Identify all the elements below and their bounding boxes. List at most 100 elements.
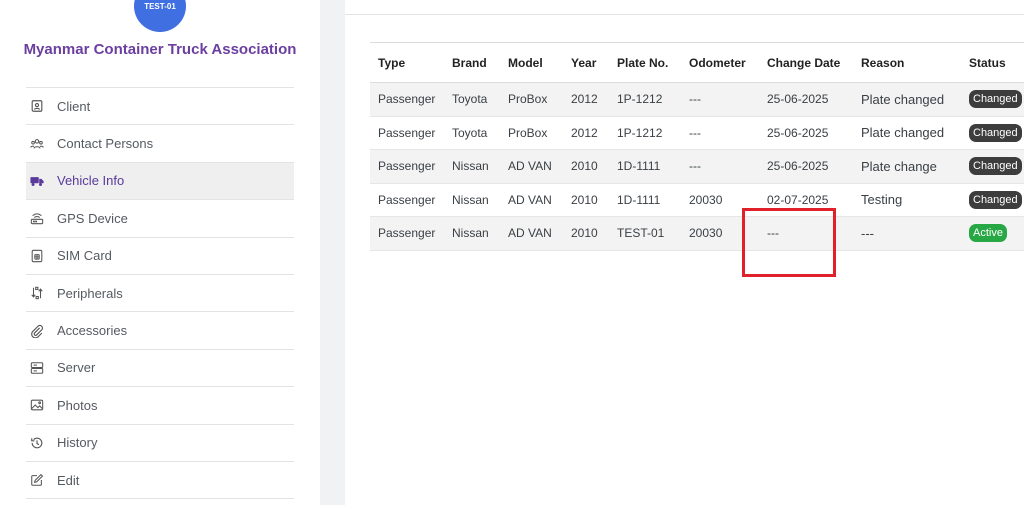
sidebar-item-label: Photos <box>57 397 98 413</box>
status-badge: Changed <box>969 90 1022 109</box>
avatar-label: TEST-01 <box>144 2 176 11</box>
status-badge: Changed <box>969 157 1022 176</box>
column-header-odometer: Odometer <box>681 42 759 83</box>
column-header-year: Year <box>563 42 609 83</box>
sidebar-item-label: SIM Card <box>57 248 112 264</box>
sidebar-item-label: History <box>57 435 98 451</box>
image-icon <box>30 398 44 412</box>
truck-icon <box>30 174 44 188</box>
status-badge: Changed <box>969 123 1022 142</box>
cell-odometer: --- <box>681 116 759 150</box>
column-header-status: Status <box>961 42 1024 83</box>
cell-model: AD VAN <box>500 149 563 184</box>
cell-status: Active <box>961 216 1024 251</box>
cell-brand: Toyota <box>444 82 500 117</box>
sidebar-item-history[interactable]: History <box>26 425 294 462</box>
sidebar-item-edit[interactable]: Edit <box>26 462 294 500</box>
status-badge: Active <box>969 224 1007 243</box>
sidebar-item-contact-persons[interactable]: Contact Persons <box>26 125 294 163</box>
sidebar-item-peripherals[interactable]: Peripherals <box>26 275 294 313</box>
cell-type: Passenger <box>370 183 444 217</box>
cell-plate: 1P-1212 <box>609 116 681 150</box>
table-row: Passenger Toyota ProBox 2012 1P-1212 ---… <box>370 116 1024 150</box>
paperclip-icon <box>30 324 44 338</box>
column-header-brand: Brand <box>444 42 500 83</box>
cell-status: Changed <box>961 116 1024 150</box>
cell-status: Changed <box>961 149 1024 184</box>
people-icon <box>30 137 44 151</box>
cell-plate: 1P-1212 <box>609 82 681 117</box>
cell-status: Changed <box>961 82 1024 117</box>
cell-change-date: 25-06-2025 <box>759 82 853 117</box>
sidebar-item-photos[interactable]: Photos <box>26 387 294 425</box>
cell-plate: TEST-01 <box>609 216 681 251</box>
cell-reason: Plate changed <box>853 116 961 150</box>
sidebar-item-vehicle-info[interactable]: Vehicle Info <box>26 162 294 201</box>
table-row: Passenger Nissan AD VAN 2010 TEST-01 200… <box>370 216 1024 251</box>
sidebar-item-label: Peripherals <box>57 285 123 301</box>
column-header-type: Type <box>370 42 444 83</box>
sidebar-item-label: Server <box>57 360 96 376</box>
cell-reason: Plate change <box>853 149 961 184</box>
sidebar-item-label: Vehicle Info <box>57 173 125 189</box>
client-card-icon <box>30 99 44 113</box>
column-header-reason: Reason <box>853 42 961 83</box>
sidebar: TEST-01 Myanmar Container Truck Associat… <box>0 0 320 505</box>
router-icon <box>30 211 44 225</box>
cell-odometer: --- <box>681 149 759 184</box>
cell-model: AD VAN <box>500 216 563 251</box>
status-badge: Changed <box>969 190 1022 209</box>
sidebar-item-sim-card[interactable]: SIM Card <box>26 238 294 275</box>
table-row: Passenger Nissan AD VAN 2010 1D-1111 ---… <box>370 149 1024 184</box>
column-header-change-date: Change Date <box>759 42 853 83</box>
cell-year: 2010 <box>563 149 609 184</box>
server-icon <box>30 361 44 375</box>
table-row: Passenger Toyota ProBox 2012 1P-1212 ---… <box>370 82 1024 117</box>
sidebar-item-server[interactable]: Server <box>26 350 294 388</box>
cell-type: Passenger <box>370 149 444 184</box>
sidebar-item-label: Accessories <box>57 323 128 339</box>
cell-plate: 1D-1111 <box>609 149 681 184</box>
main-content: Type Brand Model Year Plate No. Odometer… <box>345 0 1024 505</box>
table-row: Passenger Nissan AD VAN 2010 1D-1111 200… <box>370 183 1024 217</box>
cell-type: Passenger <box>370 82 444 117</box>
cell-reason: Plate changed <box>853 82 961 117</box>
cell-brand: Nissan <box>444 149 500 184</box>
cell-reason: Testing <box>853 183 961 217</box>
cell-brand: Nissan <box>444 183 500 217</box>
app-window: TEST-01 Myanmar Container Truck Associat… <box>0 0 1024 505</box>
organization-name: Myanmar Container Truck Association <box>23 41 297 58</box>
sidebar-menu: Client Contact Persons Vehicle Info GPS … <box>26 87 294 500</box>
column-header-plate-no: Plate No. <box>609 42 681 83</box>
highlight-annotation-box <box>742 208 836 277</box>
sidebar-item-gps-device[interactable]: GPS Device <box>26 200 294 238</box>
cell-status: Changed <box>961 183 1024 217</box>
cell-brand: Toyota <box>444 116 500 150</box>
sidebar-item-label: Edit <box>57 472 80 488</box>
cell-type: Passenger <box>370 216 444 251</box>
vehicle-history-table: Type Brand Model Year Plate No. Odometer… <box>370 42 1024 251</box>
cell-year: 2010 <box>563 216 609 251</box>
cell-year: 2012 <box>563 82 609 117</box>
edit-icon <box>30 473 44 487</box>
cell-change-date: 25-06-2025 <box>759 116 853 150</box>
history-icon <box>30 436 44 450</box>
cell-plate: 1D-1111 <box>609 183 681 217</box>
divider <box>345 14 1024 15</box>
cell-model: ProBox <box>500 82 563 117</box>
column-header-model: Model <box>500 42 563 83</box>
cell-odometer: --- <box>681 82 759 117</box>
cell-year: 2012 <box>563 116 609 150</box>
table-header-row: Type Brand Model Year Plate No. Odometer… <box>370 42 1024 83</box>
sim-card-icon <box>30 249 44 263</box>
sidebar-item-accessories[interactable]: Accessories <box>26 312 294 350</box>
cell-model: AD VAN <box>500 183 563 217</box>
vehicle-avatar: TEST-01 <box>134 0 186 32</box>
cell-model: ProBox <box>500 116 563 150</box>
cell-brand: Nissan <box>444 216 500 251</box>
sidebar-item-label: GPS Device <box>57 210 128 226</box>
cell-reason: --- <box>853 216 961 251</box>
sidebar-item-client[interactable]: Client <box>26 88 294 126</box>
content-gutter <box>320 0 345 505</box>
sidebar-item-label: Contact Persons <box>57 136 154 152</box>
